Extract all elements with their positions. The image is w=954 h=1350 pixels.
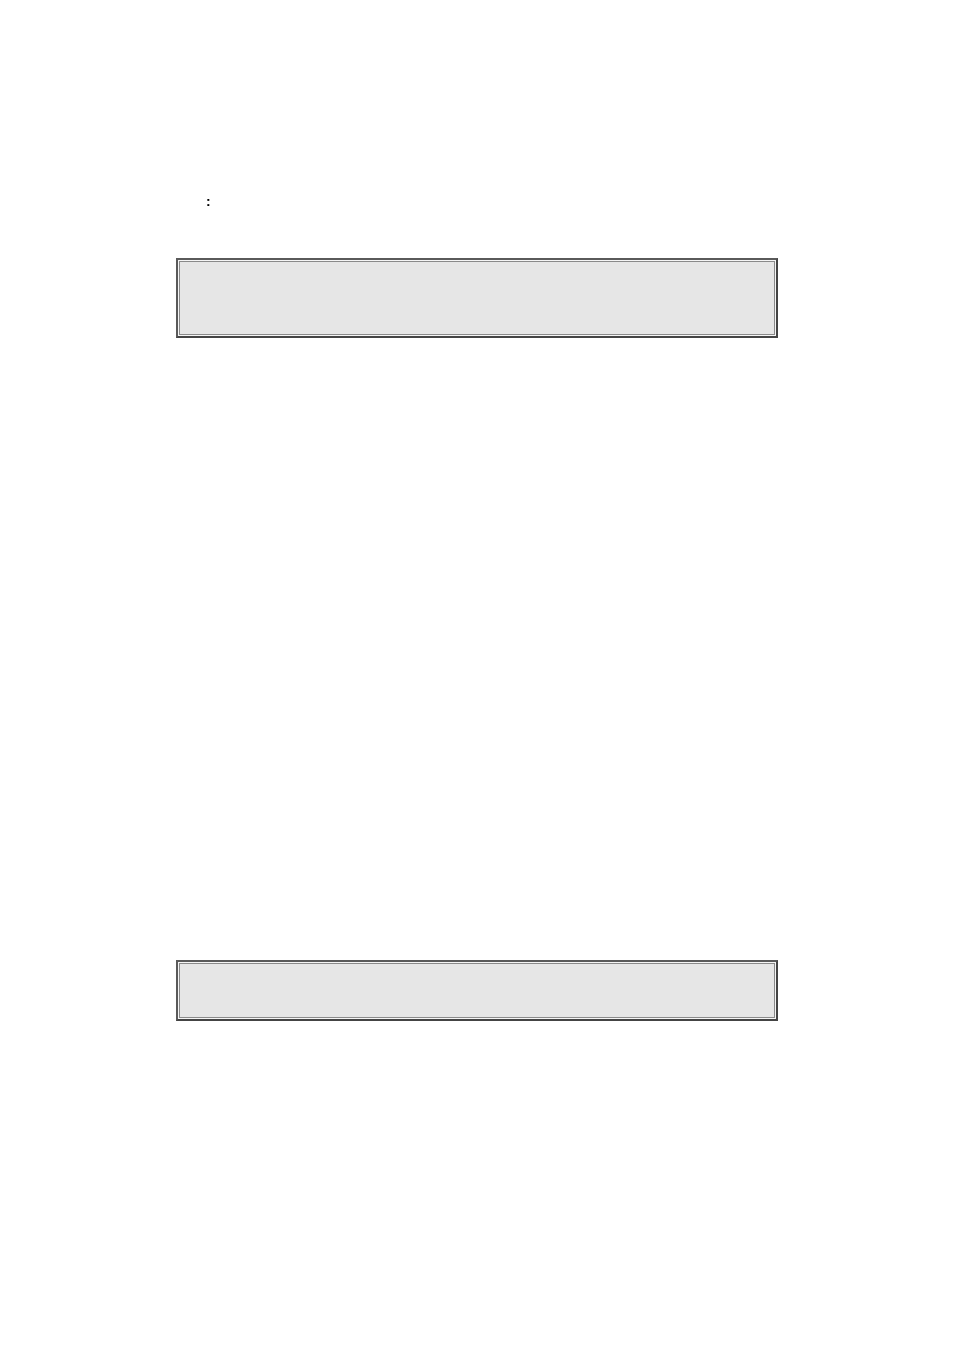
document-page: : <box>0 0 954 1350</box>
code-block-2 <box>176 960 778 1021</box>
colon-mark: : <box>206 194 211 208</box>
code-block-1 <box>176 258 778 338</box>
